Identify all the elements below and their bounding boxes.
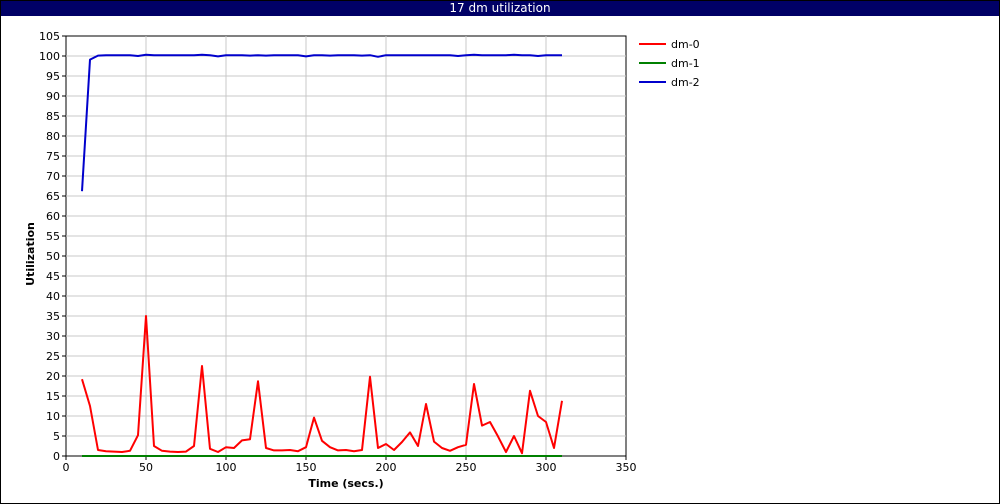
y-tick-label: 65 — [46, 190, 60, 203]
x-tick-label: 200 — [376, 461, 397, 474]
y-tick-label: 60 — [46, 210, 60, 223]
y-tick-label: 35 — [46, 310, 60, 323]
y-tick-label: 50 — [46, 250, 60, 263]
y-tick-label: 100 — [39, 50, 60, 63]
y-axis-label: Utilization — [24, 222, 37, 286]
x-tick-label: 300 — [536, 461, 557, 474]
x-axis-ticks: 0 50 100 150 200 250 300 350 — [63, 456, 637, 474]
y-tick-label: 85 — [46, 110, 60, 123]
y-tick-label: 15 — [46, 390, 60, 403]
chart-canvas: 0 5 10 15 20 25 30 35 40 45 50 55 60 65 70 75 80 85 90 95 10… — [24, 30, 700, 490]
x-axis-label: Time (secs.) — [308, 477, 383, 490]
y-tick-label: 10 — [46, 410, 60, 423]
legend-label-dm-2: dm-2 — [671, 76, 700, 89]
y-tick-label: 90 — [46, 90, 60, 103]
y-tick-label: 20 — [46, 370, 60, 383]
y-axis-ticks: 0 5 10 15 20 25 30 35 40 45 50 55 60 65 70 75 80 85 90 95 10… — [39, 30, 66, 463]
y-tick-label: 25 — [46, 350, 60, 363]
y-tick-label: 5 — [53, 430, 60, 443]
y-tick-label: 70 — [46, 170, 60, 183]
y-tick-label: 0 — [53, 450, 60, 463]
x-tick-label: 50 — [139, 461, 153, 474]
x-tick-label: 350 — [616, 461, 637, 474]
x-tick-label: 0 — [63, 461, 70, 474]
x-tick-label: 100 — [216, 461, 237, 474]
y-tick-label: 105 — [39, 30, 60, 43]
x-tick-label: 150 — [296, 461, 317, 474]
y-tick-label: 55 — [46, 230, 60, 243]
y-tick-label: 40 — [46, 290, 60, 303]
y-tick-label: 45 — [46, 270, 60, 283]
y-tick-label: 95 — [46, 70, 60, 83]
x-tick-label: 250 — [456, 461, 477, 474]
legend: dm-0 dm-1 dm-2 — [639, 38, 700, 89]
y-tick-label: 80 — [46, 130, 60, 143]
legend-label-dm-0: dm-0 — [671, 38, 700, 51]
y-tick-label: 30 — [46, 330, 60, 343]
legend-label-dm-1: dm-1 — [671, 57, 700, 70]
y-tick-label: 75 — [46, 150, 60, 163]
